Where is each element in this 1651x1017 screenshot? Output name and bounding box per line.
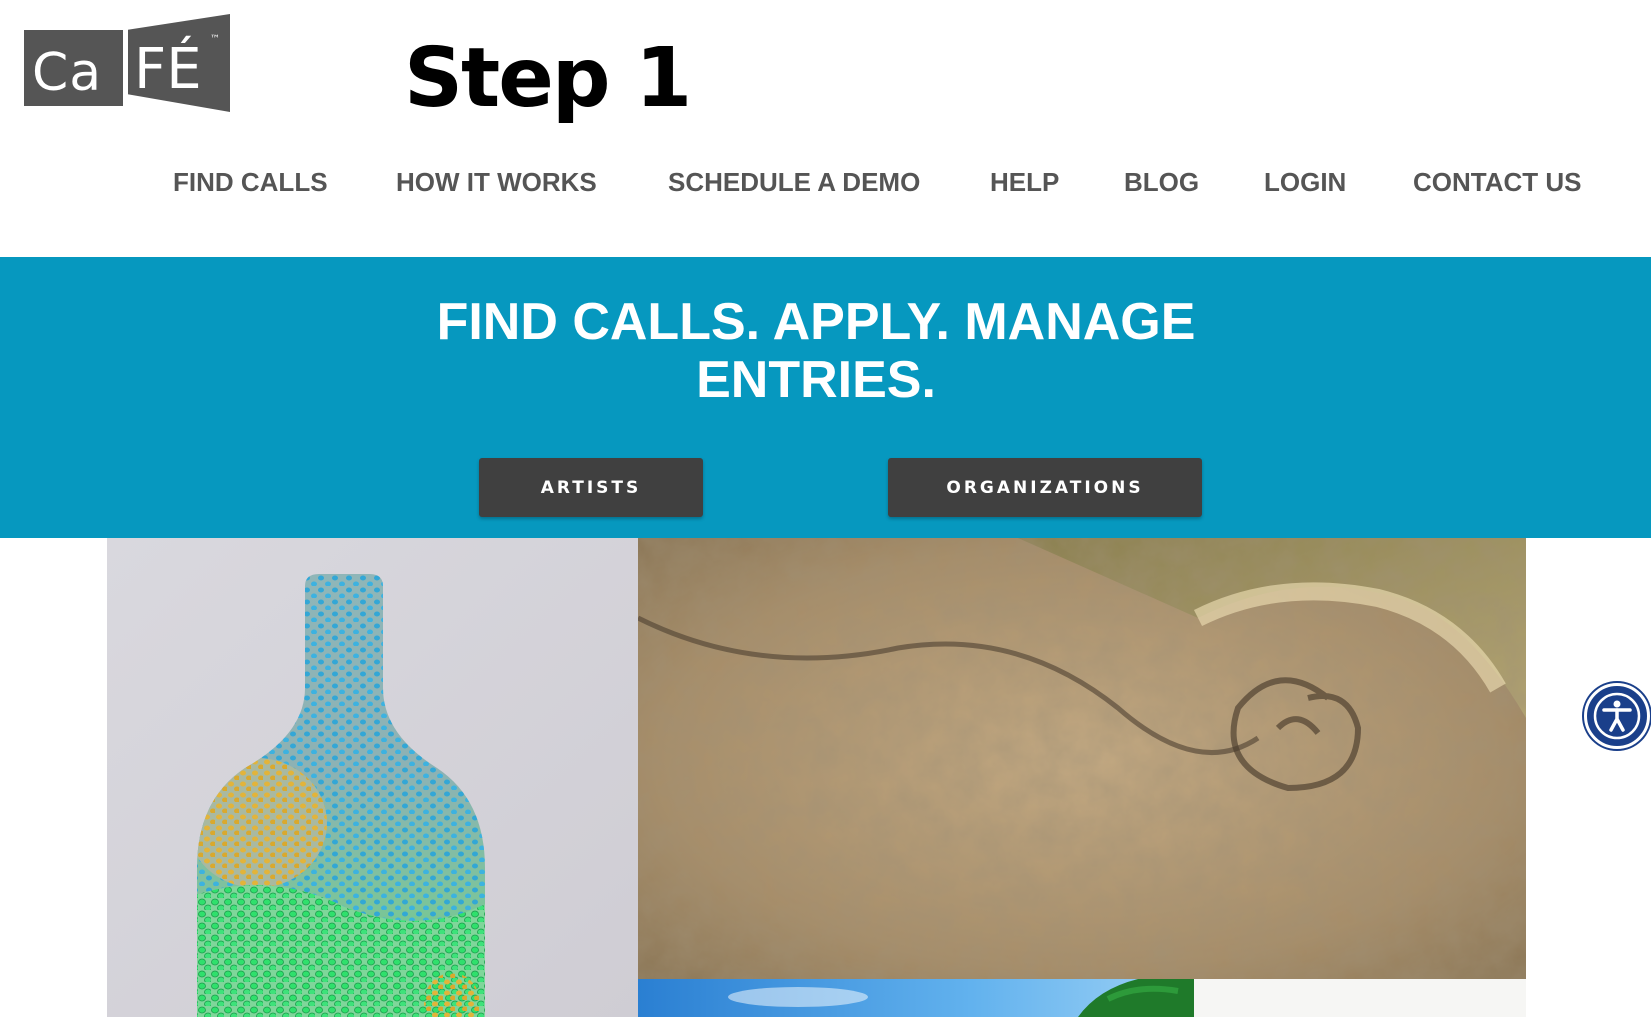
nav-contact-us[interactable]: CONTACT US (1413, 164, 1582, 200)
artwork-gallery (0, 538, 1651, 1017)
gallery-image-blank[interactable] (1194, 979, 1526, 1017)
logo-text-left: Ca (32, 43, 102, 103)
bottle-artwork (107, 538, 638, 1017)
hero-headline-line2: ENTRIES. (696, 351, 936, 409)
hero-headline: FIND CALLS. APPLY. MANAGE ENTRIES. (0, 293, 1632, 409)
organizations-button[interactable]: ORGANIZATIONS (888, 458, 1202, 517)
cafe-logo-mark: Ca FÉ ™ (24, 14, 230, 112)
nav-find-calls[interactable]: FIND CALLS (173, 164, 328, 200)
sky-palm-artwork (638, 979, 1194, 1017)
gallery-image-bottle[interactable] (107, 538, 638, 1017)
nav-blog[interactable]: BLOG (1124, 164, 1199, 200)
gallery-image-wool[interactable] (638, 538, 1526, 979)
trademark-symbol: ™ (210, 34, 220, 45)
accessibility-icon (1593, 692, 1641, 740)
nav-schedule-demo[interactable]: SCHEDULE A DEMO (668, 164, 920, 200)
hero-headline-line1: FIND CALLS. APPLY. MANAGE (436, 293, 1196, 351)
nav-help[interactable]: HELP (990, 164, 1059, 200)
nav-how-it-works[interactable]: HOW IT WORKS (396, 164, 597, 200)
main-nav: FIND CALLS HOW IT WORKS SCHEDULE A DEMO … (0, 164, 1651, 204)
gallery-image-sky[interactable] (638, 979, 1194, 1017)
cafe-logo[interactable]: Ca FÉ ™ (22, 14, 232, 112)
step-title: Step 1 (404, 31, 692, 126)
artists-button[interactable]: ARTISTS (479, 458, 703, 517)
logo-text-right: FÉ (134, 37, 202, 102)
hero-banner: FIND CALLS. APPLY. MANAGE ENTRIES. ARTIS… (0, 257, 1651, 538)
nav-login[interactable]: LOGIN (1264, 164, 1346, 200)
wool-artwork (638, 538, 1526, 979)
accessibility-button[interactable] (1584, 683, 1650, 749)
